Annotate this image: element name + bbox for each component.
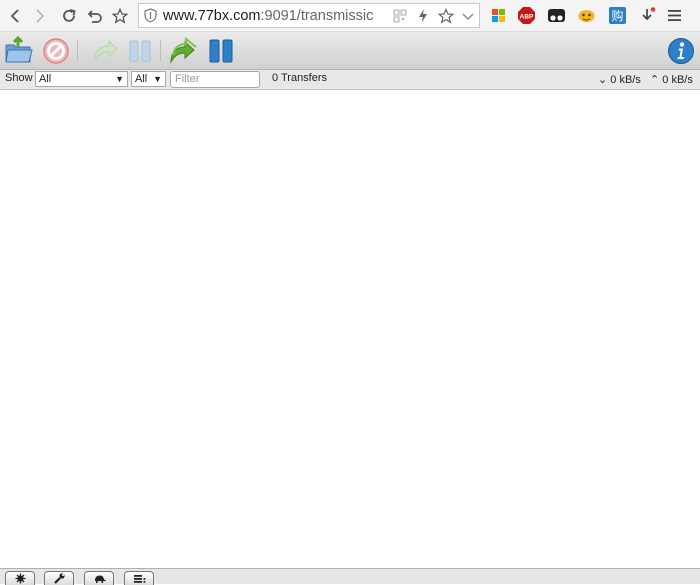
dropdown-arrow-icon: ▼ <box>153 74 162 84</box>
preferences-button[interactable] <box>44 571 74 585</box>
dropdown-arrow-icon: ▼ <box>115 74 124 84</box>
favorite-star-icon[interactable] <box>438 8 454 24</box>
show-label: Show <box>5 72 33 84</box>
turtle-icon <box>94 575 105 583</box>
gou-icon[interactable]: 购 <box>608 6 627 25</box>
url-path: :9091/transmissic <box>260 8 374 24</box>
menu-icon[interactable] <box>665 6 684 25</box>
browser-toolbar: www.77bx.com:9091/transmissic ABP 购 <box>0 0 700 32</box>
upload-speed-value: 0 kB/s <box>662 74 693 86</box>
bookmark-button[interactable] <box>110 6 130 26</box>
turtle-mode-button[interactable] <box>84 571 114 585</box>
reload-button[interactable] <box>59 6 79 26</box>
monkey-icon[interactable] <box>577 6 596 25</box>
filter-placeholder: Filter <box>175 73 200 85</box>
pause-torrent-icon[interactable] <box>125 36 155 66</box>
back-button[interactable] <box>5 6 25 26</box>
state-filter-select[interactable]: All ▼ <box>35 71 128 87</box>
star-icon <box>112 8 128 24</box>
download-speed-value: 0 kB/s <box>610 74 641 86</box>
settings-button[interactable] <box>5 571 35 585</box>
reload-icon <box>63 9 76 22</box>
download-icon[interactable] <box>638 6 657 25</box>
open-torrent-icon[interactable] <box>4 36 34 66</box>
colored-grid-icon[interactable] <box>489 6 508 25</box>
resume-all-icon[interactable] <box>168 36 198 66</box>
sort-button[interactable] <box>124 571 154 585</box>
state-filter-value: All <box>39 73 52 85</box>
transfer-count: 0 Transfers <box>272 72 328 84</box>
download-arrow-icon: ⌄ <box>598 74 608 86</box>
tracker-filter-select[interactable]: All ▼ <box>131 71 166 87</box>
forward-button[interactable] <box>30 6 50 26</box>
url-text: www.77bx.com:9091/transmissic <box>163 8 397 25</box>
qr-code-icon[interactable] <box>392 8 408 24</box>
address-bar[interactable]: www.77bx.com:9091/transmissic <box>138 3 480 28</box>
undo-button[interactable] <box>85 6 105 26</box>
pause-all-icon[interactable] <box>206 36 236 66</box>
download-speed: ⌄ 0 kB/s <box>598 73 641 86</box>
dropdown-chevron-icon[interactable] <box>460 8 476 24</box>
lightning-icon[interactable] <box>415 8 431 24</box>
wrench-icon <box>53 573 65 584</box>
undo-icon <box>87 10 102 23</box>
toolbar-separator <box>160 40 161 62</box>
filter-input[interactable]: Filter <box>170 71 260 88</box>
sort-icon <box>133 575 145 583</box>
abp-icon[interactable]: ABP <box>517 6 536 25</box>
tampermonkey-icon[interactable] <box>547 6 566 25</box>
toolbar-separator <box>77 40 78 62</box>
info-icon[interactable] <box>666 36 696 66</box>
abp-label: ABP <box>520 14 534 21</box>
tracker-filter-value: All <box>135 73 148 85</box>
resume-torrent-icon[interactable] <box>89 36 119 66</box>
gou-label: 购 <box>611 8 623 23</box>
filter-bar: Show All ▼ All ▼ Filter 0 Transfers ⌄ 0 … <box>0 70 700 90</box>
upload-arrow-icon: ⌃ <box>650 74 660 86</box>
forward-arrow-icon <box>36 9 45 23</box>
settings-icon <box>15 573 25 584</box>
torrent-list[interactable] <box>0 90 700 568</box>
upload-speed: ⌃ 0 kB/s <box>650 73 693 86</box>
shield-icon <box>144 8 157 23</box>
url-host: www.77bx.com <box>163 8 261 24</box>
transmission-toolbar <box>0 32 700 70</box>
bottom-bar <box>0 568 700 585</box>
remove-torrent-icon[interactable] <box>41 36 71 66</box>
back-arrow-icon <box>10 9 19 23</box>
